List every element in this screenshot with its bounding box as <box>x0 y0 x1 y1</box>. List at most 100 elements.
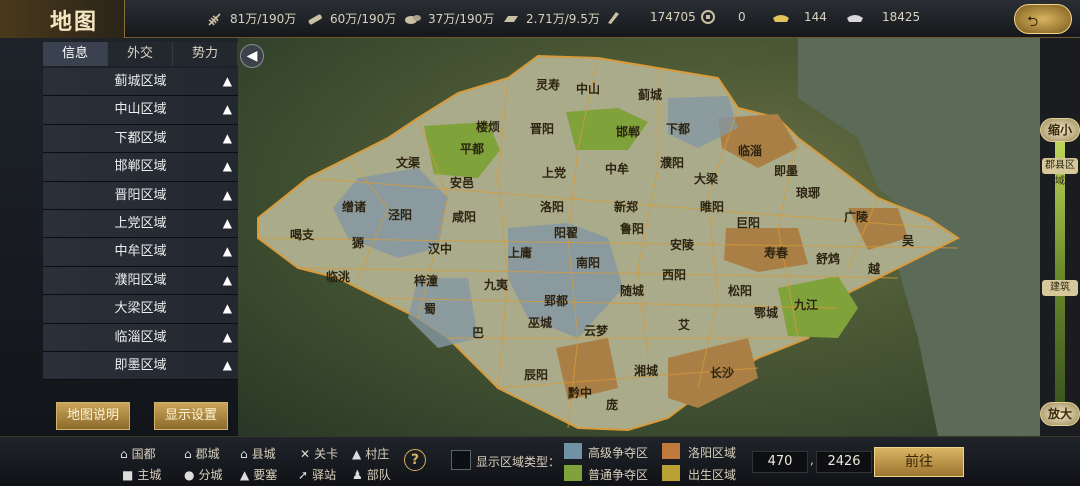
region-sidebar: 信息 外交 势力 蓟城区域 ▲ 中山区域 ▲ 下都区域 ▲ 邯郸区域 ▲ 晋阳区域 ▲ 上党区域 ▲ 中… <box>0 38 238 436</box>
map-city[interactable]: 鲁阳 <box>620 220 644 237</box>
region-name: 下都区域 <box>114 130 167 146</box>
map-city[interactable]: 楼烦 <box>476 118 500 135</box>
map-city[interactable]: 喝支 <box>290 226 314 243</box>
map-city[interactable]: 缯诸 <box>342 198 366 215</box>
tab-forces[interactable]: 势力 <box>173 42 238 66</box>
map-city[interactable]: 舒鸩 <box>816 250 840 267</box>
expand-triangle-icon: ▲ <box>222 244 232 259</box>
swatch-normal-contest <box>564 465 582 481</box>
map-city[interactable]: 中牟 <box>605 160 629 177</box>
map-city[interactable]: 洛阳 <box>540 198 564 215</box>
map-city[interactable]: 鄂城 <box>754 304 778 321</box>
map-city[interactable]: 安陵 <box>670 236 694 253</box>
map-city[interactable]: 泾阳 <box>388 206 412 223</box>
map-city[interactable]: 上党 <box>542 164 566 181</box>
region-name: 晋阳区域 <box>114 187 167 203</box>
map-city[interactable]: 巫城 <box>528 314 552 331</box>
region-list-item[interactable]: 晋阳区域 ▲ <box>43 181 238 210</box>
coord-y-input[interactable]: 2426 <box>816 451 872 473</box>
collapse-sidebar-button[interactable]: ◀ <box>240 44 264 68</box>
map-help-button[interactable]: 地图说明 <box>56 402 130 430</box>
map-city[interactable]: 邯郸 <box>616 123 640 140</box>
coord-x-input[interactable]: 470 <box>752 451 808 473</box>
zoom-level-county[interactable]: 郡县区域 <box>1042 158 1078 187</box>
map-city[interactable]: 越 <box>868 260 880 277</box>
map-city[interactable]: 蓟城 <box>638 86 662 103</box>
expand-triangle-icon: ▲ <box>222 130 232 145</box>
map-city[interactable]: 下都 <box>666 120 690 137</box>
map-city[interactable]: 艾 <box>678 316 690 333</box>
expand-triangle-icon: ▲ <box>222 102 232 117</box>
map-city[interactable]: 寿春 <box>764 244 788 261</box>
map-city[interactable]: 睢阳 <box>700 198 724 215</box>
map-city[interactable]: 蜀 <box>424 300 436 317</box>
map-city[interactable]: 黔中 <box>568 384 592 401</box>
region-list-item[interactable]: 即墨区域 ▲ <box>43 351 238 381</box>
region-list-item[interactable]: 下都区域 ▲ <box>43 124 238 154</box>
map-city[interactable]: 巨阳 <box>736 214 760 231</box>
map-city[interactable]: 汉中 <box>428 240 452 257</box>
map-city[interactable]: 文渠 <box>396 154 420 171</box>
map-city[interactable]: 濮阳 <box>660 154 684 171</box>
world-map[interactable]: 灵寿 中山 蓟城楼烦 晋阳 邯郸 下都平都文渠 临淄上党 中牟 濮阳 即墨安邑 大梁琅琊缯诸 洛阳 新郑… <box>238 38 1040 436</box>
tab-diplomacy[interactable]: 外交 <box>108 42 173 66</box>
legend-fortress: ▲ 要塞 <box>240 468 278 482</box>
legend-prefecture: ⌂ 郡城 <box>184 447 220 461</box>
region-list-item[interactable]: 蓟城区域 ▲ <box>43 68 238 97</box>
region-list-item[interactable]: 大梁区域 ▲ <box>43 295 238 324</box>
map-city[interactable]: 吴 <box>902 232 914 249</box>
region-list-item[interactable]: 濮阳区域 ▲ <box>43 266 238 296</box>
map-city[interactable]: 晋阳 <box>530 120 554 137</box>
map-city[interactable]: 上庸 <box>508 244 532 261</box>
region-list-item[interactable]: 上党区域 ▲ <box>43 209 238 239</box>
map-city[interactable]: 九夷 <box>484 276 508 293</box>
region-list-item[interactable]: 临淄区域 ▲ <box>43 323 238 352</box>
zoom-in-button[interactable]: 放大 <box>1040 402 1080 426</box>
map-city[interactable]: 即墨 <box>774 162 798 179</box>
map-city[interactable]: 湘城 <box>634 362 658 379</box>
expand-triangle-icon: ▲ <box>222 215 232 230</box>
tab-info[interactable]: 信息 <box>43 42 108 66</box>
region-list-item[interactable]: 邯郸区域 ▲ <box>43 153 238 182</box>
map-city[interactable]: 广陵 <box>844 208 868 225</box>
zoom-out-button[interactable]: 缩小 <box>1040 118 1080 142</box>
map-city[interactable]: 庞 <box>606 396 618 413</box>
region-list-item[interactable]: 中山区域 ▲ <box>43 96 238 125</box>
map-city[interactable]: 安邑 <box>450 174 474 191</box>
prefecture-icon: ⌂ <box>184 447 192 461</box>
map-city[interactable]: 西阳 <box>662 266 686 283</box>
map-city[interactable]: 临洮 <box>326 268 350 285</box>
map-city[interactable]: 随城 <box>620 282 644 299</box>
back-button[interactable]: ⮌ <box>1014 4 1072 34</box>
go-button[interactable]: 前往 <box>874 447 964 477</box>
display-settings-button[interactable]: 显示设置 <box>154 402 228 430</box>
expand-triangle-icon: ▲ <box>222 187 232 202</box>
map-city[interactable]: 云梦 <box>584 322 608 339</box>
map-city[interactable]: 咸阳 <box>452 208 476 225</box>
map-city[interactable]: 阳翟 <box>554 224 578 241</box>
map-city[interactable]: 郢都 <box>544 292 568 309</box>
map-city[interactable]: 大梁 <box>694 170 718 187</box>
legend-branch-city: ● 分城 <box>184 468 223 482</box>
silver-amount: 18425 <box>882 10 921 24</box>
map-city[interactable]: 巴 <box>472 324 484 341</box>
map-title-badge: 地图 <box>0 0 125 38</box>
legend-help-button[interactable]: ? <box>404 449 426 471</box>
bottom-legend-bar: ⌂ 国都 ⌂ 郡城 ⌂ 县城 ✕ 关卡 ▲ 村庄 ■ 主城 ● 分城 ▲ 要塞 ➚ 驿站 ♟ 部队 … <box>0 436 1080 486</box>
map-city[interactable]: 琅琊 <box>796 184 820 201</box>
map-city[interactable]: 临淄 <box>738 142 762 159</box>
map-city[interactable]: 南阳 <box>576 254 600 271</box>
map-city[interactable]: 獂 <box>352 234 364 251</box>
map-city[interactable]: 长沙 <box>710 364 734 381</box>
region-list-item[interactable]: 中牟区域 ▲ <box>43 238 238 267</box>
map-city[interactable]: 梓潼 <box>414 272 438 289</box>
map-city[interactable]: 九江 <box>794 296 818 313</box>
zoom-level-building[interactable]: 建筑 <box>1042 280 1078 296</box>
map-city[interactable]: 中山 <box>576 80 600 97</box>
map-city[interactable]: 平都 <box>460 140 484 157</box>
map-city[interactable]: 辰阳 <box>524 366 548 383</box>
map-city[interactable]: 新郑 <box>614 198 638 215</box>
map-city[interactable]: 松阳 <box>728 282 752 299</box>
show-region-type-checkbox[interactable] <box>451 450 471 470</box>
map-city[interactable]: 灵寿 <box>536 76 560 93</box>
